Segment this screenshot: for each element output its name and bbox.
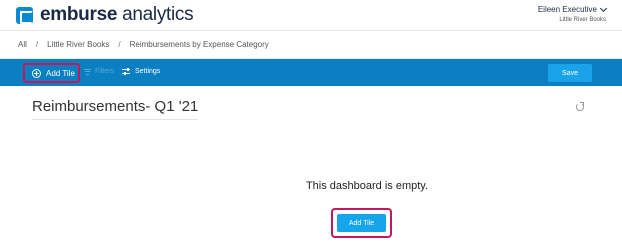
dashboard-title[interactable]: Reimbursements- Q1 '21: [32, 98, 199, 120]
settings-button[interactable]: Settings: [122, 68, 160, 75]
breadcrumb-item-current: Reimbursements by Expense Category: [129, 40, 269, 49]
filter-icon: [84, 68, 91, 75]
breadcrumb-item-all[interactable]: All: [18, 40, 27, 49]
add-tile-highlight: Add Tile: [331, 208, 392, 238]
user-name-row[interactable]: Eileen Executive: [537, 4, 608, 14]
empty-add-tile-button[interactable]: Add Tile: [337, 214, 386, 232]
save-button[interactable]: Save: [548, 64, 592, 82]
breadcrumb-separator: /: [35, 40, 39, 49]
filters-button[interactable]: Filters: [84, 68, 114, 75]
refresh-icon[interactable]: [576, 102, 584, 111]
sliders-icon: [122, 68, 130, 75]
breadcrumb: All / Little River Books / Reimbursement…: [0, 31, 622, 59]
user-organization: Little River Books: [559, 17, 606, 23]
user-menu[interactable]: Eileen Executive Little River Books: [537, 4, 608, 23]
empty-dashboard-message: This dashboard is empty.: [305, 180, 429, 192]
chevron-down-icon: [599, 4, 608, 12]
emburse-logo[interactable]: emburse analytics: [16, 4, 194, 26]
emburse-logo-icon: [16, 6, 33, 24]
settings-label: Settings: [135, 68, 161, 75]
breadcrumb-separator: /: [118, 40, 121, 49]
top-header: emburse analytics Eileen Executive Littl…: [0, 0, 622, 31]
add-tile-label: Add Tile: [46, 68, 75, 78]
logo-wordmark: emburse: [40, 4, 118, 25]
add-tile-button[interactable]: Add Tile: [23, 63, 80, 83]
filters-label: Filters: [95, 68, 115, 75]
user-name: Eileen Executive: [537, 5, 597, 14]
dashboard-toolbar: Add Tile Filters Settings Save: [0, 59, 622, 86]
plus-circle-icon: [32, 68, 41, 78]
breadcrumb-item-folder[interactable]: Little River Books: [47, 40, 109, 49]
logo-product-name: analytics: [122, 4, 194, 25]
